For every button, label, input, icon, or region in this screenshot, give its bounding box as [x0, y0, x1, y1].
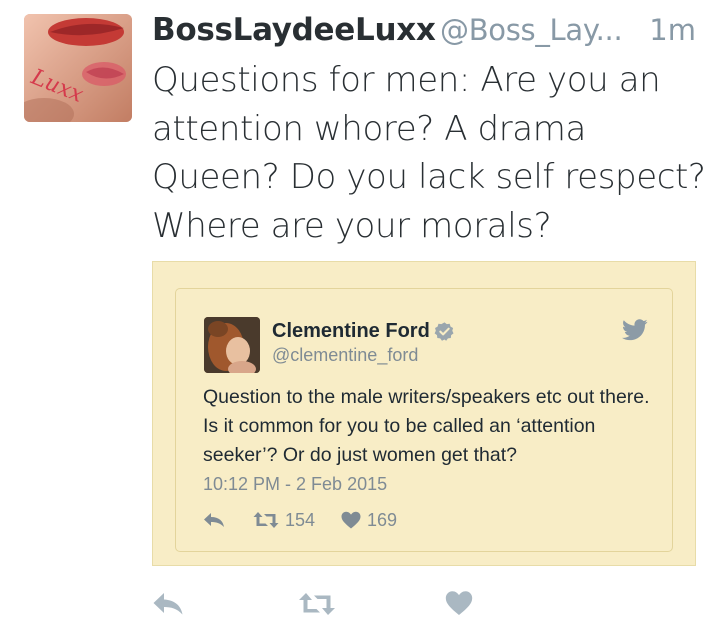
retweet-icon — [253, 512, 279, 528]
quoted-author-name: Clementine Ford — [272, 320, 430, 342]
quoted-tweet-text: Question to the male writers/speakers et… — [203, 386, 650, 466]
retweet-button[interactable] — [298, 592, 336, 616]
lips-avatar-image: Luxx — [24, 14, 132, 122]
tweet-text: Questions for men: Are you an attention … — [152, 60, 706, 246]
author-avatar[interactable]: Luxx — [24, 14, 132, 122]
reply-button[interactable] — [152, 592, 184, 616]
tweet-timestamp[interactable]: 1m — [649, 8, 696, 52]
quoted-tweet-image[interactable]: Clementine Ford @clementine_ford Questio… — [152, 261, 696, 566]
like-button[interactable] — [445, 590, 473, 616]
heart-icon — [341, 511, 361, 529]
quoted-tweet-time: 10:12 PM - 2 Feb 2015 — [203, 474, 388, 494]
reply-icon — [204, 513, 224, 527]
quoted-like-count: 169 — [367, 510, 398, 530]
portrait-avatar-image — [204, 317, 260, 373]
quoted-tweet-card: Clementine Ford @clementine_ford Questio… — [175, 288, 673, 552]
author-display-name[interactable]: BossLaydeeLuxx — [152, 8, 436, 52]
quoted-tweet-actions: 154 169 — [203, 509, 503, 533]
tweet-action-bar — [152, 588, 552, 620]
quoted-author-avatar — [204, 317, 260, 373]
twitter-bird-icon — [622, 319, 648, 341]
quoted-retweet-count: 154 — [285, 510, 316, 530]
author-handle[interactable]: @Boss_Lay... — [440, 8, 623, 52]
quoted-author-handle: @clementine_ford — [272, 345, 419, 365]
verified-badge-icon — [434, 322, 454, 341]
tweet-header: BossLaydeeLuxx @Boss_Lay... 1m — [152, 8, 704, 54]
